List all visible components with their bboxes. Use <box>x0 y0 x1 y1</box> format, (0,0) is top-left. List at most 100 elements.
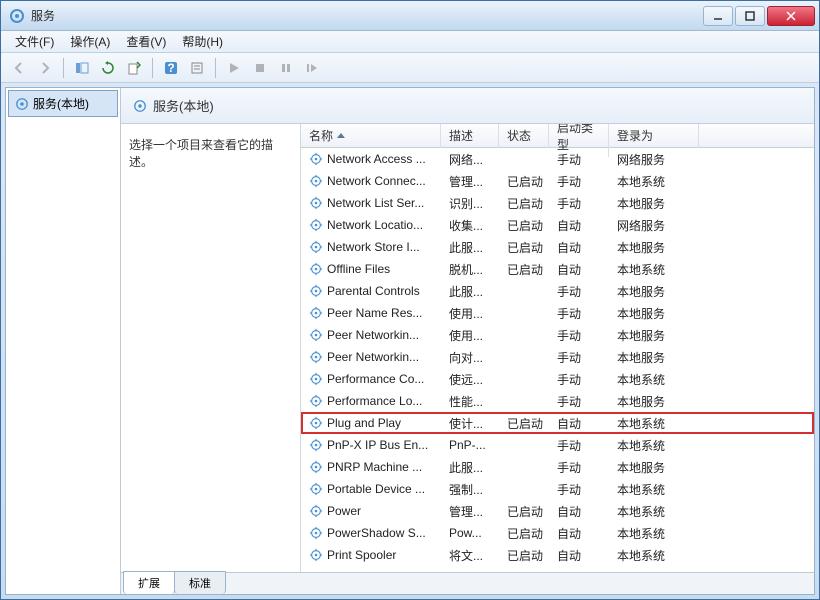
cell-startup: 手动 <box>553 479 613 500</box>
refresh-button[interactable] <box>96 56 120 80</box>
export-button[interactable] <box>122 56 146 80</box>
cell-logon: 本地系统 <box>613 523 703 544</box>
cell-logon: 本地系统 <box>613 259 703 280</box>
restart-service-button[interactable] <box>300 56 324 80</box>
cell-name: Peer Name Res... <box>305 304 445 322</box>
service-row[interactable]: PowerShadow S...Pow...已启动自动本地系统 <box>301 522 814 544</box>
minimize-button[interactable] <box>703 6 733 26</box>
column-header-name[interactable]: 名称 <box>301 124 441 148</box>
cell-name: PNRP Machine ... <box>305 458 445 476</box>
gear-icon <box>309 240 323 254</box>
service-row[interactable]: Performance Co...使远...手动本地系统 <box>301 368 814 390</box>
column-header-logon[interactable]: 登录为 <box>609 124 699 148</box>
gear-icon <box>309 482 323 496</box>
cell-name: Parental Controls <box>305 282 445 300</box>
cell-startup: 手动 <box>553 435 613 456</box>
cell-startup: 自动 <box>553 523 613 544</box>
cell-name: PnP-X IP Bus En... <box>305 436 445 454</box>
gear-icon <box>309 526 323 540</box>
cell-name: Network Access ... <box>305 150 445 168</box>
cell-logon: 本地系统 <box>613 369 703 390</box>
service-row[interactable]: PNRP Machine ...此服...手动本地服务 <box>301 456 814 478</box>
cell-startup: 自动 <box>553 501 613 522</box>
cell-desc: 脱机... <box>445 259 503 280</box>
service-row[interactable]: Offline Files脱机...已启动自动本地系统 <box>301 258 814 280</box>
gear-icon <box>309 504 323 518</box>
titlebar: 服务 <box>1 1 819 31</box>
close-button[interactable] <box>767 6 815 26</box>
cell-status <box>503 465 553 469</box>
service-row[interactable]: Portable Device ...强制... 手动本地系统 <box>301 478 814 500</box>
gear-icon <box>309 306 323 320</box>
service-row[interactable]: Network Store I...此服...已启动自动本地服务 <box>301 236 814 258</box>
cell-desc: 使远... <box>445 369 503 390</box>
pause-service-button[interactable] <box>274 56 298 80</box>
description-hint: 选择一个项目来查看它的描述。 <box>129 136 292 170</box>
menu-file[interactable]: 文件(F) <box>7 31 62 52</box>
tab-standard[interactable]: 标准 <box>174 571 226 594</box>
cell-logon: 网络服务 <box>613 215 703 236</box>
cell-desc: 识别... <box>445 193 503 214</box>
cell-desc: 此服... <box>445 281 503 302</box>
cell-name: Offline Files <box>305 260 445 278</box>
service-row[interactable]: Peer Name Res...使用...手动本地服务 <box>301 302 814 324</box>
cell-startup: 自动 <box>553 545 613 566</box>
service-row[interactable]: Plug and Play使计...已启动自动本地系统 <box>301 412 814 434</box>
show-hide-tree-button[interactable] <box>70 56 94 80</box>
service-row[interactable]: Power管理...已启动自动本地系统 <box>301 500 814 522</box>
cell-name: Print Spooler <box>305 546 445 564</box>
help-button[interactable]: ? <box>159 56 183 80</box>
column-header-startup[interactable]: 启动类型 <box>549 124 609 157</box>
service-row[interactable]: Performance Lo...性能...手动本地服务 <box>301 390 814 412</box>
cell-logon: 本地服务 <box>613 391 703 412</box>
tree-item-services-local[interactable]: 服务(本地) <box>8 90 118 117</box>
service-row[interactable]: Network Locatio...收集...已启动自动网络服务 <box>301 214 814 236</box>
service-row[interactable]: Print Spooler将文...已启动自动本地系统 <box>301 544 814 566</box>
menu-view[interactable]: 查看(V) <box>118 31 174 52</box>
column-header-status[interactable]: 状态 <box>499 124 549 148</box>
column-header-desc[interactable]: 描述 <box>441 124 499 148</box>
gear-icon <box>309 174 323 188</box>
menu-action[interactable]: 操作(A) <box>62 31 118 52</box>
cell-desc: 使计... <box>445 413 503 434</box>
cell-status: 已启动 <box>503 413 553 434</box>
maximize-button[interactable] <box>735 6 765 26</box>
cell-logon: 本地服务 <box>613 237 703 258</box>
gear-icon <box>309 372 323 386</box>
cell-name: Network List Ser... <box>305 194 445 212</box>
cell-logon: 本地系统 <box>613 171 703 192</box>
service-row[interactable]: PnP-X IP Bus En...PnP-...手动本地系统 <box>301 434 814 456</box>
cell-logon: 本地系统 <box>613 479 703 500</box>
gear-icon <box>309 416 323 430</box>
cell-status <box>503 487 553 491</box>
cell-logon: 本地服务 <box>613 325 703 346</box>
list-rows[interactable]: Network Access ...网络...手动网络服务Network Con… <box>301 148 814 594</box>
cell-name: Portable Device ... <box>305 480 445 498</box>
cell-name: Performance Co... <box>305 370 445 388</box>
tab-extended[interactable]: 扩展 <box>123 571 175 594</box>
service-row[interactable]: Network List Ser...识别...已启动手动本地服务 <box>301 192 814 214</box>
main-body: 选择一个项目来查看它的描述。 名称 描述 状态 启动类型 登录为 Network… <box>121 124 814 594</box>
cell-desc: 使用... <box>445 303 503 324</box>
gear-icon <box>309 350 323 364</box>
service-row[interactable]: Network Connec...管理...已启动手动本地系统 <box>301 170 814 192</box>
stop-service-button[interactable] <box>248 56 272 80</box>
properties-button[interactable] <box>185 56 209 80</box>
back-button[interactable] <box>7 56 31 80</box>
cell-status <box>503 289 553 293</box>
toolbar-separator <box>63 58 64 78</box>
description-pane: 选择一个项目来查看它的描述。 <box>121 124 301 594</box>
forward-button[interactable] <box>33 56 57 80</box>
cell-startup: 手动 <box>553 193 613 214</box>
svg-text:?: ? <box>167 61 174 75</box>
cell-logon: 本地系统 <box>613 501 703 522</box>
cell-name: Network Locatio... <box>305 216 445 234</box>
service-row[interactable]: Parental Controls此服...手动本地服务 <box>301 280 814 302</box>
cell-desc: 强制... <box>445 479 503 500</box>
list-header: 名称 描述 状态 启动类型 登录为 <box>301 124 814 148</box>
service-row[interactable]: Peer Networkin...使用...手动本地服务 <box>301 324 814 346</box>
service-row[interactable]: Peer Networkin...向对...手动本地服务 <box>301 346 814 368</box>
start-service-button[interactable] <box>222 56 246 80</box>
menu-help[interactable]: 帮助(H) <box>174 31 231 52</box>
cell-name: Power <box>305 502 445 520</box>
